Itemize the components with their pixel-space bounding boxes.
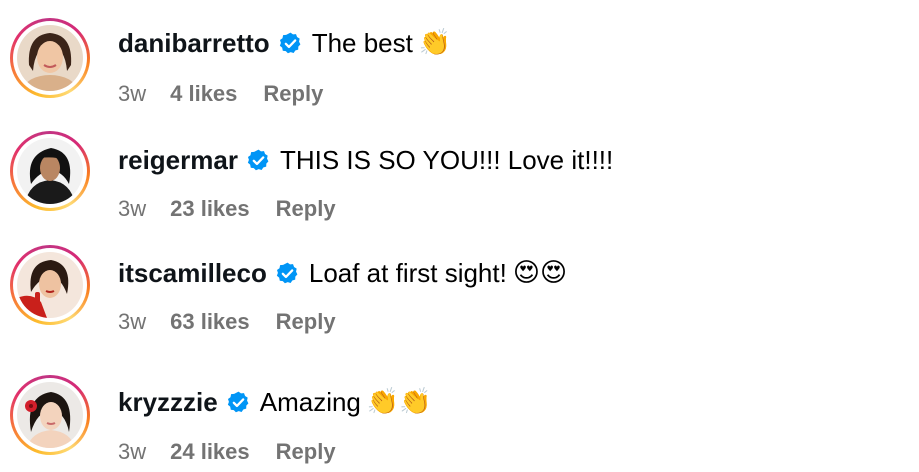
reply-button[interactable]: Reply bbox=[263, 80, 323, 108]
comment-text: The best bbox=[311, 28, 413, 58]
story-ring[interactable] bbox=[10, 18, 90, 98]
avatar-image bbox=[17, 138, 83, 204]
comment-time[interactable]: 3w bbox=[118, 195, 146, 223]
comment-text: Loaf at first sight! bbox=[308, 258, 507, 288]
username[interactable]: itscamilleco bbox=[118, 257, 267, 289]
comment-time[interactable]: 3w bbox=[118, 438, 146, 466]
comment-time[interactable]: 3w bbox=[118, 80, 146, 108]
likes-count[interactable]: 24 likes bbox=[170, 438, 250, 466]
story-ring[interactable] bbox=[10, 375, 90, 455]
likes-count[interactable]: 23 likes bbox=[170, 195, 250, 223]
username[interactable]: kryzzzie bbox=[118, 386, 218, 418]
likes-count[interactable]: 4 likes bbox=[170, 80, 237, 108]
avatar[interactable] bbox=[17, 382, 83, 448]
story-ring[interactable] bbox=[10, 245, 90, 325]
verified-badge-icon bbox=[279, 32, 301, 53]
username[interactable]: reigermar bbox=[118, 144, 238, 176]
avatar-image bbox=[17, 25, 83, 91]
avatar[interactable] bbox=[17, 25, 83, 91]
username[interactable]: danibarretto bbox=[118, 27, 270, 59]
verified-badge-icon bbox=[276, 262, 298, 283]
comment-text: THIS IS SO YOU!!! Love it!!!! bbox=[279, 145, 614, 175]
story-ring[interactable] bbox=[10, 131, 90, 211]
reply-button[interactable]: Reply bbox=[276, 308, 336, 336]
clapping-hands-emoji: 👏👏 bbox=[366, 387, 432, 417]
reply-button[interactable]: Reply bbox=[276, 195, 336, 223]
avatar[interactable] bbox=[17, 138, 83, 204]
avatar-image bbox=[17, 252, 83, 318]
likes-count[interactable]: 63 likes bbox=[170, 308, 250, 336]
comment-text: Amazing bbox=[259, 387, 361, 417]
avatar-image bbox=[17, 382, 83, 448]
comment-time[interactable]: 3w bbox=[118, 308, 146, 336]
heart-eyes-emoji: 😍😍 bbox=[512, 258, 568, 288]
clapping-hands-emoji: 👏 bbox=[418, 28, 452, 58]
verified-badge-icon bbox=[227, 391, 249, 412]
reply-button[interactable]: Reply bbox=[276, 438, 336, 466]
avatar[interactable] bbox=[17, 252, 83, 318]
verified-badge-icon bbox=[247, 149, 269, 170]
